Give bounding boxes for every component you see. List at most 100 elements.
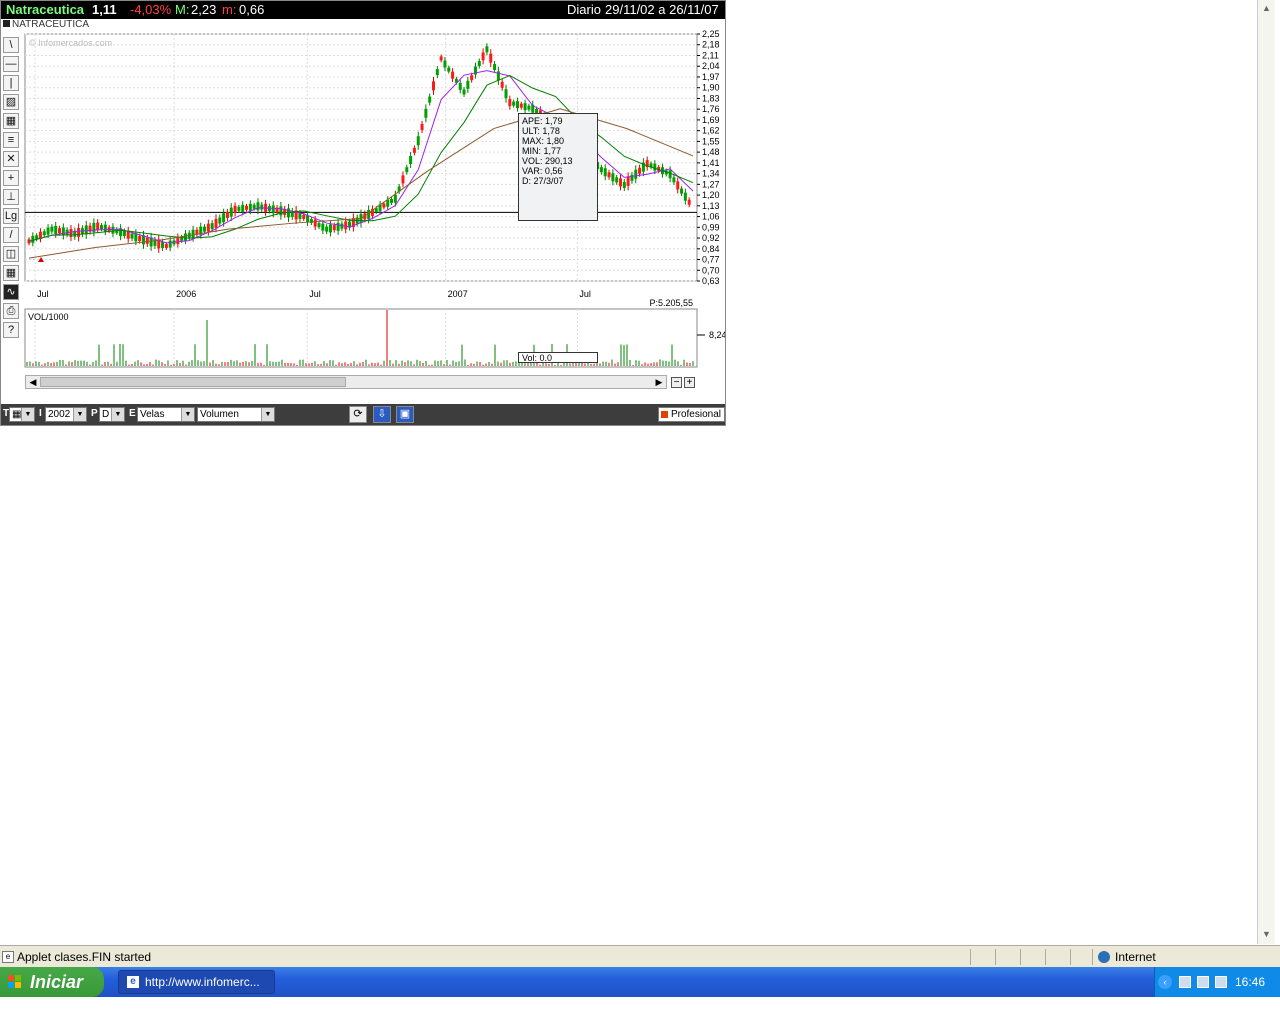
candle-body (298, 212, 302, 219)
candle-body (668, 170, 672, 179)
refresh-button[interactable]: ⟳ (349, 406, 367, 423)
volume-axis-label: 8,24 (709, 330, 726, 340)
candle-body (69, 228, 73, 237)
candle-body (504, 89, 508, 99)
e-label: E (129, 408, 136, 419)
candle-body (58, 228, 62, 234)
candle-body (409, 156, 413, 165)
candle-body (470, 75, 474, 81)
scroll-right-arrow-icon[interactable]: ▶ (652, 376, 666, 388)
price-tick-label: 1,69 (702, 115, 720, 125)
mode-button[interactable]: Profesional (657, 407, 725, 422)
candle-body (111, 226, 115, 234)
status-divider (995, 949, 996, 965)
candle-body (638, 167, 642, 174)
security-zone: Internet (1115, 950, 1156, 964)
zoom-out-button[interactable]: − (671, 377, 682, 388)
candle-body (203, 226, 207, 232)
tray-expand-icon[interactable]: ‹ (1158, 975, 1172, 989)
candle-body (416, 136, 420, 146)
price-tick-label: 1,48 (702, 147, 720, 157)
candle-body (653, 163, 657, 171)
year-select[interactable]: 2002 ▼ (45, 407, 87, 422)
candle-body (458, 82, 462, 90)
indicator-select[interactable]: Volumen ▼ (197, 407, 275, 422)
candle-body (676, 181, 680, 190)
scroll-left-arrow-icon[interactable]: ◀ (26, 376, 40, 388)
style-select[interactable]: Velas ▼ (137, 407, 195, 422)
candle-body (260, 204, 264, 210)
candle-body (477, 60, 481, 66)
time-tick-label: Jul (579, 289, 591, 299)
candle-body (317, 223, 321, 228)
tray-volume-icon[interactable] (1215, 976, 1227, 988)
price-tick-label: 1,55 (702, 136, 720, 146)
candle-body (481, 52, 485, 61)
windows-taskbar: Iniciar e http://www.infomerc... ‹ 16:46 (0, 967, 1280, 997)
candle-body (618, 178, 622, 187)
window-button[interactable]: ▣ (396, 406, 414, 423)
candle-body (122, 230, 126, 236)
taskbar-item-browser[interactable]: e http://www.infomerc... (118, 970, 275, 994)
status-divider (1070, 949, 1071, 965)
applet-icon: e (2, 951, 14, 963)
chevron-down-icon: ▼ (111, 408, 124, 421)
zoom-in-button[interactable]: + (684, 377, 695, 388)
candle-body (683, 192, 687, 201)
chevron-down-icon: ▼ (73, 408, 86, 421)
time-scrollbar[interactable]: ◀ ▶ (25, 375, 667, 389)
window-icon: ▣ (399, 408, 411, 420)
candle-body (31, 235, 35, 243)
scroll-up-arrow-icon[interactable]: ▲ (1258, 0, 1275, 16)
candle-body (218, 217, 222, 224)
chevron-down-icon: ▼ (21, 408, 34, 421)
candle-body (96, 222, 100, 230)
chevron-down-icon: ▼ (261, 408, 274, 421)
candle-body (519, 103, 523, 108)
tray-app-icon[interactable] (1179, 976, 1191, 988)
scroll-down-arrow-icon[interactable]: ▼ (1258, 926, 1275, 942)
download-icon: ⇩ (377, 408, 387, 420)
candle-body (615, 177, 619, 183)
price-tick-label: 1,62 (702, 126, 720, 136)
candle-body (405, 167, 409, 173)
candle-body (214, 218, 218, 228)
status-text: Applet clases.FIN started (17, 950, 152, 964)
tooltip-line: VOL: 290,13 (522, 156, 573, 166)
scroll-thumb[interactable] (40, 377, 346, 387)
windows-flag-icon (8, 975, 21, 988)
time-tick-label: 2006 (176, 289, 196, 299)
ohlc-tooltip: APE: 1,79 ULT: 1,78 MAX: 1,80 MIN: 1,77 VOL:… (518, 113, 598, 221)
style-value: Velas (140, 409, 165, 420)
type-select[interactable]: ▦ ▼ (9, 407, 35, 422)
candle-body (225, 211, 229, 218)
download-button[interactable]: ⇩ (373, 406, 391, 423)
candle-body (168, 240, 172, 248)
period-select[interactable]: D ▼ (99, 407, 125, 422)
price-tick-label: 1,41 (702, 158, 720, 168)
candle-body (344, 221, 348, 230)
price-tick-label: 1,76 (702, 104, 720, 114)
i-label: I (39, 408, 42, 419)
candle-body (611, 173, 615, 182)
candle-body (256, 202, 260, 211)
candle-body (176, 237, 180, 245)
candle-body (622, 181, 626, 188)
period-value: D (102, 409, 110, 420)
price-tick-label: 2,04 (702, 61, 720, 71)
candle-body (687, 199, 691, 205)
price-tick-label: 0,77 (702, 255, 720, 265)
candle-body (493, 64, 497, 71)
start-button[interactable]: Iniciar (0, 967, 104, 997)
tray-network-icon[interactable] (1197, 976, 1209, 988)
status-divider (970, 949, 971, 965)
browser-vertical-scrollbar[interactable]: ▲ ▼ (1257, 0, 1275, 944)
candle-body (138, 236, 142, 242)
refresh-icon: ⟳ (353, 408, 363, 420)
candle-body (332, 225, 336, 231)
candle-body (420, 124, 424, 131)
time-tick-label: Jul (309, 289, 321, 299)
tooltip-line: MAX: 1,80 (522, 136, 565, 146)
price-tick-label: 0,70 (702, 265, 720, 275)
mode-label: Profesional (670, 409, 721, 420)
